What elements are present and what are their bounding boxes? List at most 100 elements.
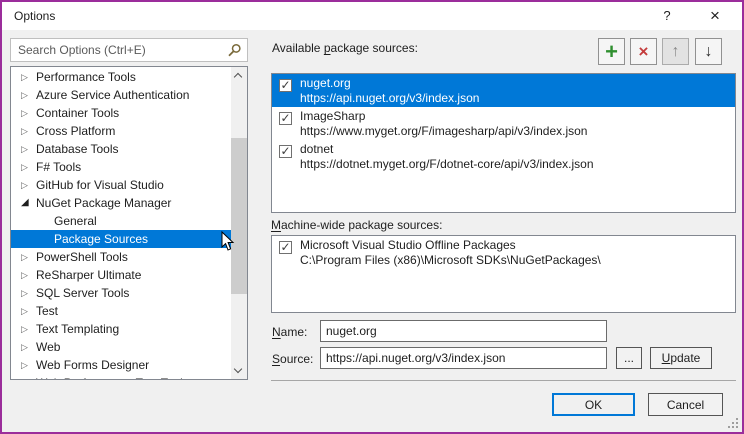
tree-item-label: NuGet Package Manager	[36, 194, 171, 212]
tree-item-label: Azure Service Authentication	[36, 86, 189, 104]
tree-expander-icon[interactable]: ▷	[21, 338, 33, 356]
window-title: Options	[14, 2, 55, 30]
sidebar-tree-item[interactable]: ▷ SQL Server Tools	[11, 284, 231, 302]
tree-expander-icon[interactable]: ▷	[21, 122, 33, 140]
tree-item-label: Performance Tools	[36, 68, 136, 86]
close-icon: ×	[710, 6, 720, 25]
tree-expander-icon[interactable]: ▷	[21, 176, 33, 194]
cancel-button[interactable]: Cancel	[648, 393, 723, 416]
sidebar-tree-item[interactable]: ▷ Cross Platform	[11, 122, 231, 140]
tree-expander-icon[interactable]: ▷	[21, 356, 33, 374]
tree-expander-icon[interactable]: ▷	[21, 302, 33, 320]
available-sources-list: ✓ nuget.org https://api.nuget.org/v3/ind…	[271, 73, 736, 213]
move-up-button[interactable]: ↑	[662, 38, 689, 65]
help-button[interactable]: ?	[646, 2, 688, 30]
tree-item-label: PowerShell Tools	[36, 248, 128, 266]
tree-item-label: Test	[36, 302, 58, 320]
chevron-up-icon	[234, 73, 242, 81]
sidebar-tree-item[interactable]: ▷ Web Performance Test Tools	[11, 374, 231, 380]
package-source-row[interactable]: ✓ Microsoft Visual Studio Offline Packag…	[272, 236, 735, 269]
enabled-checkbox[interactable]: ✓	[279, 79, 292, 92]
scrollbar-thumb[interactable]	[231, 138, 247, 294]
browse-button[interactable]: ...	[616, 347, 642, 369]
tree-item-label: General	[54, 212, 97, 230]
tree-expander-icon[interactable]: ▷	[21, 140, 33, 158]
tree-item-label: GitHub for Visual Studio	[36, 176, 164, 194]
sidebar-tree-item[interactable]: ▷ ReSharper Ultimate	[11, 266, 231, 284]
close-button[interactable]: ×	[694, 2, 736, 30]
enabled-checkbox[interactable]: ✓	[279, 112, 292, 125]
source-name: Microsoft Visual Studio Offline Packages	[300, 237, 516, 253]
package-source-row[interactable]: ✓ nuget.org https://api.nuget.org/v3/ind…	[272, 74, 735, 107]
help-icon: ?	[663, 8, 670, 23]
source-name: ImageSharp	[300, 108, 365, 124]
plus-icon: +	[605, 39, 618, 64]
search-input[interactable]	[11, 39, 225, 61]
tree-expander-icon[interactable]: ▷	[21, 284, 33, 302]
machine-sources-list: ✓ Microsoft Visual Studio Offline Packag…	[271, 235, 736, 313]
remove-source-button[interactable]: ×	[630, 38, 657, 65]
mouse-cursor	[221, 231, 235, 252]
arrow-up-icon: ↑	[672, 43, 680, 60]
source-label: Source:	[272, 352, 313, 366]
package-source-row[interactable]: ✓ ImageSharp https://www.myget.org/F/ima…	[272, 107, 735, 140]
sidebar-tree-item[interactable]: ▷ Azure Service Authentication	[11, 86, 231, 104]
tree-expander-icon[interactable]: ▷	[21, 266, 33, 284]
ok-button[interactable]: OK	[552, 393, 635, 416]
search-icon	[227, 43, 242, 58]
tree-item-label: Web Performance Test Tools	[36, 374, 189, 380]
sidebar-tree-item[interactable]: ▷ Text Templating	[11, 320, 231, 338]
tree-item-label: F# Tools	[36, 158, 81, 176]
tree-expander-icon[interactable]: ▷	[21, 320, 33, 338]
options-tree-panel: ▷ Performance Tools ▷ Azure Service Auth…	[10, 66, 248, 380]
tree-item-label: Web	[36, 338, 60, 356]
delete-x-icon: ×	[639, 42, 649, 61]
tree-expander-icon[interactable]: ▷	[21, 104, 33, 122]
tree-expander-icon[interactable]: ▷	[21, 68, 33, 86]
scroll-down-button[interactable]	[231, 362, 247, 379]
sidebar-tree-item[interactable]: ▷ PowerShell Tools	[11, 248, 231, 266]
sidebar-tree-item[interactable]: ▷ Performance Tools	[11, 68, 231, 86]
sidebar-tree: ▷ Performance Tools ▷ Azure Service Auth…	[11, 68, 231, 380]
options-dialog: Options ? × ▷ Performance Tools ▷ Azure …	[0, 0, 744, 434]
search-box	[10, 38, 248, 62]
resize-grip[interactable]	[727, 417, 739, 429]
sidebar-tree-item[interactable]: ▷ F# Tools	[11, 158, 231, 176]
add-source-button[interactable]: +	[598, 38, 625, 65]
sidebar-tree-item[interactable]: ▷ Container Tools	[11, 104, 231, 122]
package-source-row[interactable]: ✓ dotnet https://dotnet.myget.org/F/dotn…	[272, 140, 735, 173]
source-field[interactable]	[320, 347, 607, 369]
tree-item-label: Web Forms Designer	[36, 356, 149, 374]
sidebar-tree-item[interactable]: Package Sources	[11, 230, 231, 248]
sidebar-tree-item[interactable]: ▷ Database Tools	[11, 140, 231, 158]
name-field[interactable]	[320, 320, 607, 342]
tree-item-label: Text Templating	[36, 320, 119, 338]
source-url: https://www.myget.org/F/imagesharp/api/v…	[300, 123, 587, 139]
sidebar-tree-item[interactable]: ▷ Web Forms Designer	[11, 356, 231, 374]
sidebar-tree-item[interactable]: ◢ NuGet Package Manager	[11, 194, 231, 212]
tree-item-label: Package Sources	[54, 230, 148, 248]
sidebar-tree-item[interactable]: ▷ GitHub for Visual Studio	[11, 176, 231, 194]
sidebar-tree-item[interactable]: ▷ Test	[11, 302, 231, 320]
tree-expander-icon[interactable]: ◢	[21, 194, 33, 212]
sidebar-tree-item[interactable]: General	[11, 212, 231, 230]
move-down-button[interactable]: ↓	[695, 38, 722, 65]
tree-item-label: ReSharper Ultimate	[36, 266, 141, 284]
sidebar-tree-item[interactable]: ▷ Web	[11, 338, 231, 356]
scroll-up-button[interactable]	[231, 67, 247, 84]
tree-scrollbar[interactable]	[231, 67, 247, 379]
name-label: Name:	[272, 325, 307, 339]
tree-expander-icon[interactable]: ▷	[21, 158, 33, 176]
chevron-down-icon	[234, 365, 242, 373]
enabled-checkbox[interactable]: ✓	[279, 145, 292, 158]
tree-item-label: Database Tools	[36, 140, 119, 158]
machine-sources-label: Machine-wide package sources:	[271, 218, 442, 232]
tree-expander-icon[interactable]: ▷	[21, 248, 33, 266]
tree-expander-icon[interactable]: ▷	[21, 86, 33, 104]
source-url: C:\Program Files (x86)\Microsoft SDKs\Nu…	[300, 252, 601, 268]
available-sources-label: Available package sources:	[272, 41, 418, 55]
update-button[interactable]: Update	[650, 347, 712, 369]
source-url: https://dotnet.myget.org/F/dotnet-core/a…	[300, 156, 594, 172]
enabled-checkbox[interactable]: ✓	[279, 241, 292, 254]
tree-expander-icon[interactable]: ▷	[21, 374, 33, 380]
